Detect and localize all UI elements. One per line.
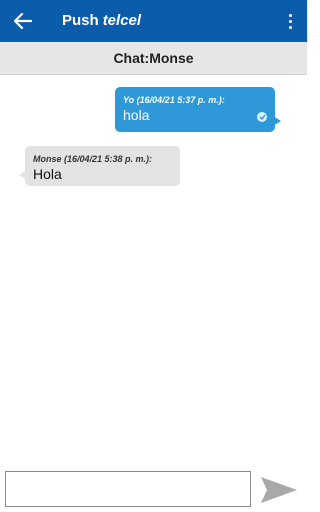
app-title: Push telcel: [62, 12, 141, 29]
more-vert-icon: [288, 13, 292, 17]
message-text: Hola: [33, 166, 62, 182]
message-bubble-incoming: Monse (16/04/21 5:38 p. m.): Hola: [19, 146, 180, 186]
message-text: hola: [123, 107, 150, 123]
send-button[interactable]: [258, 474, 300, 506]
app-bar: Push telcel: [0, 0, 307, 42]
back-button[interactable]: [10, 8, 36, 34]
send-icon: [261, 477, 297, 503]
app-title-brand: telcel: [102, 12, 142, 29]
check-icon: [257, 112, 267, 122]
chat-title: Chat:Monse: [0, 42, 307, 75]
app-title-main: Push: [62, 12, 99, 29]
message-sender-line: Monse (16/04/21 5:38 p. m.):: [33, 154, 153, 164]
arrow-left-icon: [14, 13, 32, 29]
message-input[interactable]: [5, 471, 251, 507]
message-bubble-outgoing: Yo (16/04/21 5:37 p. m.): hola: [115, 87, 281, 132]
overflow-menu-button[interactable]: [281, 9, 299, 33]
message-sender-line: Yo (16/04/21 5:37 p. m.):: [123, 95, 225, 105]
